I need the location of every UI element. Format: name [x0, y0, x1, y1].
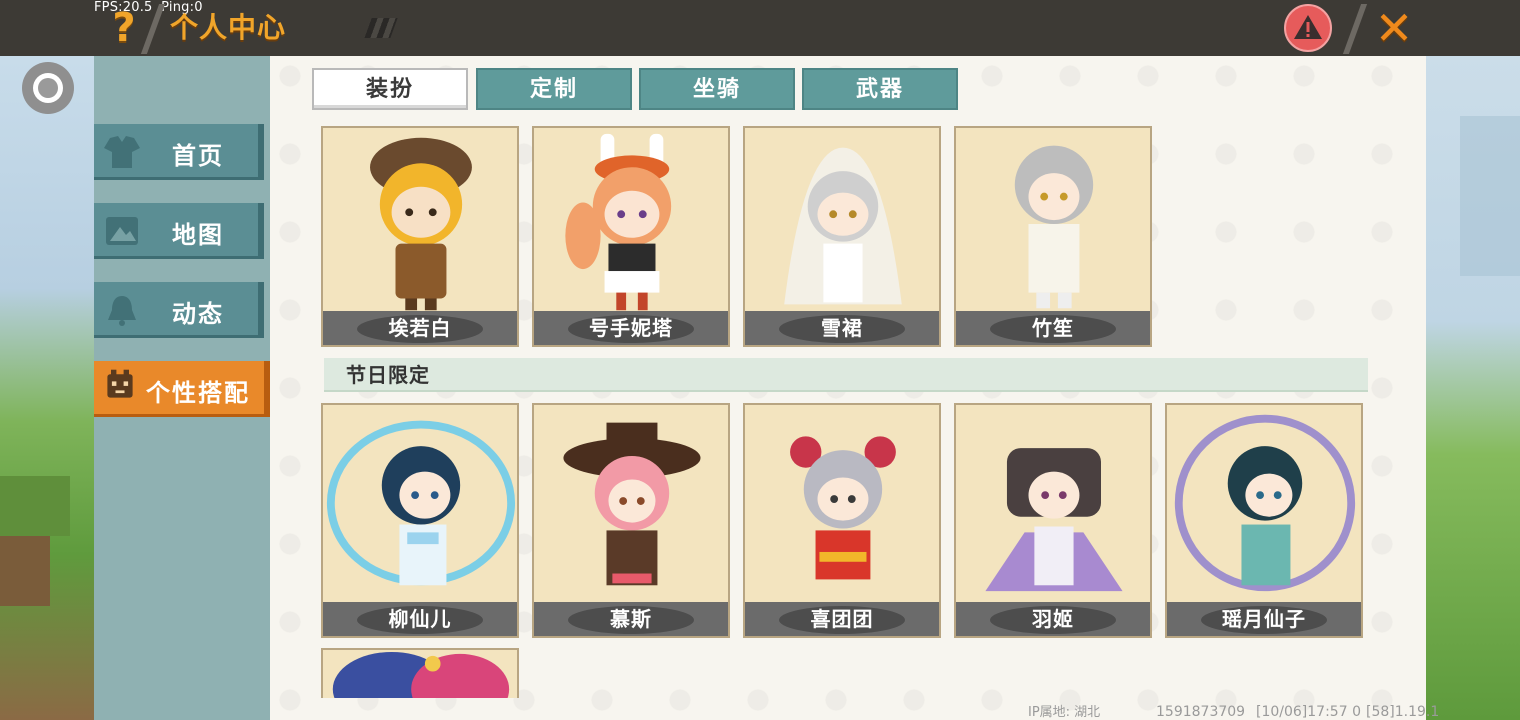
sidebar-item-home[interactable]: 首页 [94, 124, 264, 180]
map-icon [106, 217, 138, 245]
sidebar-item-map[interactable]: 地图 [94, 203, 264, 259]
character-portrait [332, 651, 510, 698]
outfit-panel: 装扮 定制 坐骑 武器 埃若白 号手妮塔 雪裙 竹笙 节日限定 柳仙儿 慕斯 喜… [270, 56, 1426, 720]
outfit-name: 雪裙 [821, 316, 863, 340]
outfit-name: 埃若白 [388, 316, 452, 340]
background-scenery-right [1424, 56, 1520, 720]
character-portrait [1014, 145, 1094, 309]
tab-dress-up[interactable]: 装扮 [312, 68, 468, 110]
report-button[interactable] [1284, 4, 1332, 52]
fps-readout: FPS:20.5 [94, 0, 153, 15]
timestamp: [10/06]17:57 0 [1256, 704, 1361, 720]
outfit-card[interactable]: 喜团团 [743, 403, 941, 638]
sidebar-item-label: 首页 [172, 142, 224, 170]
section-title: 节日限定 [324, 358, 1368, 392]
tab-weapons[interactable]: 武器 [802, 68, 958, 110]
character-portrait [985, 448, 1123, 592]
outfit-card[interactable]: 慕斯 [532, 403, 730, 638]
bell-icon [108, 296, 136, 326]
user-id: 1591873709 [1156, 704, 1246, 720]
tab-mounts[interactable]: 坐骑 [639, 68, 795, 110]
character-portrait [326, 420, 516, 586]
outfit-name: 瑶月仙子 [1222, 607, 1306, 631]
character-portrait [565, 133, 672, 311]
outfit-name: 号手妮塔 [589, 316, 673, 340]
outfit-card[interactable]: 雪裙 [743, 126, 941, 347]
decorative-stripe [364, 18, 398, 38]
character-portrait [370, 137, 472, 311]
sidebar: 首页 地图 动态 个性搭配 [94, 56, 270, 720]
outfit-card[interactable]: 柳仙儿 [321, 403, 519, 638]
sidebar-item-label: 地图 [172, 221, 224, 249]
sidebar-item-label: 动态 [172, 300, 224, 328]
outfit-card[interactable]: 羽姬 [954, 403, 1152, 638]
outfit-name: 柳仙儿 [388, 607, 452, 631]
character-portrait [1174, 414, 1356, 592]
character-portrait [784, 147, 902, 305]
background-scenery-left [0, 56, 94, 720]
outfit-card[interactable]: 竹笙 [954, 126, 1152, 347]
sidebar-item-feed[interactable]: 动态 [94, 282, 264, 338]
ip-location: IP属地: 湖北 [1028, 705, 1101, 720]
outfit-name: 羽姬 [1032, 607, 1074, 631]
divider [1342, 4, 1368, 54]
page-title: 个人中心 [170, 11, 287, 44]
outfit-name: 慕斯 [610, 607, 652, 631]
outfit-card[interactable]: 号手妮塔 [532, 126, 730, 347]
version: [58]1.19.1 [1366, 704, 1440, 720]
outfit-card[interactable]: 瑶月仙子 [1165, 403, 1363, 638]
floating-menu-button[interactable] [22, 62, 74, 114]
top-bar: ? FPS:20.5 Ping:0 个人中心 ✕ [0, 0, 1520, 56]
shirt-icon [104, 136, 140, 168]
character-portrait [790, 436, 896, 580]
warning-icon [1294, 15, 1322, 39]
tab-custom[interactable]: 定制 [476, 68, 632, 110]
outfit-card[interactable]: 埃若白 [321, 126, 519, 347]
outfit-name: 喜团团 [810, 607, 874, 631]
close-icon: ✕ [1374, 1, 1414, 55]
outfit-name: 竹笙 [1032, 316, 1074, 340]
avatar-icon [107, 369, 133, 398]
sidebar-item-outfits[interactable]: 个性搭配 [94, 361, 270, 417]
close-button[interactable]: ✕ [1370, 4, 1418, 52]
ring-icon [38, 78, 58, 98]
character-portrait [563, 422, 701, 586]
sidebar-item-label: 个性搭配 [146, 379, 250, 407]
outfit-card[interactable] [321, 648, 519, 698]
